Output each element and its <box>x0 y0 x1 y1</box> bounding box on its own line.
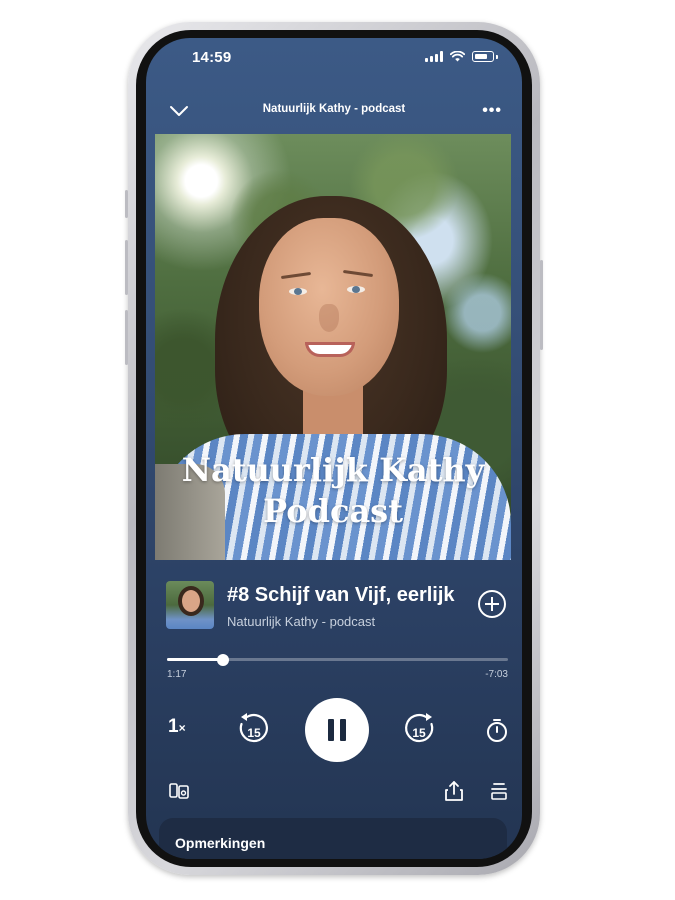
cover-person-face <box>259 218 399 396</box>
phone-volume-up-button <box>125 240 128 295</box>
playback-controls: 1× 15 15 <box>146 698 522 762</box>
remaining-time: -7:03 <box>485 669 508 680</box>
cover-nose <box>319 304 339 332</box>
speed-suffix: × <box>178 721 186 735</box>
comments-panel[interactable]: Opmerkingen <box>159 818 507 859</box>
player-screen: 14:59 Natuurlijk Kathy - podcast ••• Nat… <box>146 38 522 859</box>
queue-icon[interactable] <box>488 780 510 802</box>
wifi-icon <box>450 51 465 62</box>
skip-back-15-icon[interactable]: 15 <box>236 712 270 746</box>
progress-scrubber-handle[interactable] <box>216 653 229 666</box>
pause-icon-bar <box>340 719 346 741</box>
share-icon[interactable] <box>443 780 465 802</box>
header-title: Natuurlijk Kathy - podcast <box>262 103 406 115</box>
status-icons <box>425 51 498 62</box>
cover-left-brow <box>280 271 312 280</box>
phone-volume-down-button <box>125 310 128 365</box>
phone-action-button <box>125 190 128 218</box>
elapsed-time: 1:17 <box>167 669 187 680</box>
pause-icon <box>328 719 334 741</box>
episode-info: #8 Schijf van Vijf, eerlijk Natuurlijk K… <box>166 581 506 631</box>
skip-forward-15-icon[interactable]: 15 <box>403 712 437 746</box>
cover-title-line-2: Podcast <box>263 492 403 530</box>
skip-forward-seconds: 15 <box>412 726 426 740</box>
cover-title-line-1: Natuurlijk Kathy <box>181 451 485 489</box>
progress-fill <box>167 658 223 661</box>
podcast-cover-art: Natuurlijk Kathy Podcast <box>155 134 511 560</box>
playback-progress-bar[interactable] <box>167 653 508 666</box>
add-circle-icon[interactable] <box>478 590 506 618</box>
connect-device-icon[interactable] <box>168 780 190 802</box>
sleep-timer-icon[interactable] <box>484 717 510 743</box>
episode-title[interactable]: #8 Schijf van Vijf, eerlijk <box>227 584 462 607</box>
cover-left-eye <box>289 288 307 295</box>
pause-button[interactable] <box>305 698 369 762</box>
skip-back-seconds: 15 <box>247 726 261 740</box>
cover-title: Natuurlijk Kathy Podcast <box>155 450 511 532</box>
more-icon[interactable]: ••• <box>482 102 502 120</box>
phone-power-button <box>540 260 543 350</box>
battery-tip <box>496 54 498 59</box>
cellular-signal-icon <box>425 51 443 62</box>
player-bottom-actions <box>146 780 522 804</box>
playback-speed-button[interactable]: 1× <box>168 716 186 738</box>
episode-thumbnail[interactable] <box>166 581 214 629</box>
cover-right-brow <box>342 269 374 278</box>
cover-smile <box>305 342 355 357</box>
status-time: 14:59 <box>192 49 232 66</box>
episode-show-name[interactable]: Natuurlijk Kathy - podcast <box>227 614 375 629</box>
comments-label: Opmerkingen <box>175 835 266 851</box>
thumbnail-face <box>182 590 200 612</box>
cover-right-eye <box>347 286 365 293</box>
player-header: Natuurlijk Kathy - podcast ••• <box>146 100 522 122</box>
speed-value: 1 <box>168 716 179 737</box>
battery-icon <box>472 51 494 62</box>
